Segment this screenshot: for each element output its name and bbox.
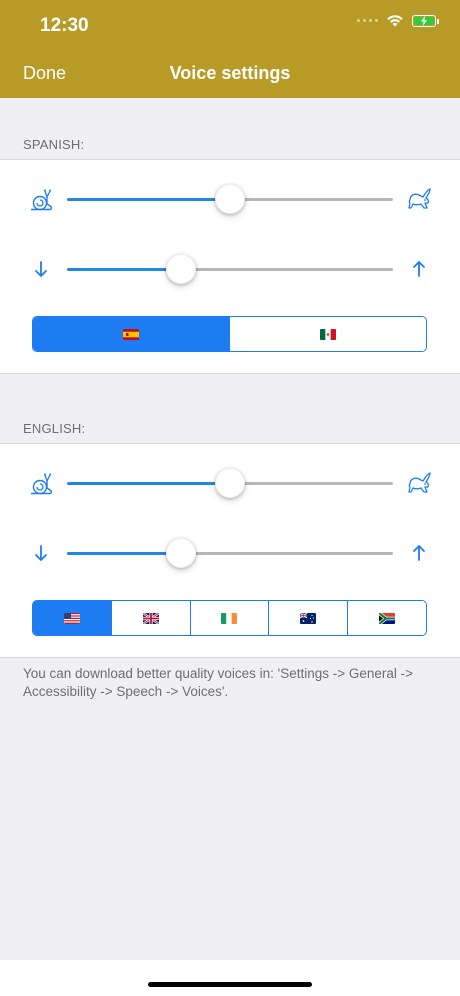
arrow-down-icon	[35, 261, 47, 277]
snail-icon	[31, 473, 53, 495]
segment-uk[interactable]	[111, 601, 191, 635]
ireland-flag-icon	[221, 612, 238, 624]
segment-ireland[interactable]	[190, 601, 270, 635]
segment-south-africa[interactable]	[348, 601, 426, 635]
south-africa-flag-icon	[379, 612, 396, 624]
segment-mexico[interactable]	[230, 317, 426, 351]
rabbit-icon	[408, 472, 431, 493]
australia-flag-icon	[300, 612, 317, 624]
footer-note: You can download better quality voices i…	[23, 666, 414, 699]
home-indicator	[148, 982, 312, 987]
segment-spain[interactable]	[33, 317, 230, 351]
speed-slider[interactable]	[67, 468, 393, 498]
pitch-slider-thumb[interactable]	[166, 254, 197, 284]
status-icons	[357, 14, 439, 27]
speed-slider-fill	[67, 482, 230, 485]
rabbit-icon	[408, 188, 431, 209]
mexico-flag-icon	[320, 328, 336, 340]
spain-flag-icon	[123, 328, 139, 340]
pitch-slider-fill	[67, 552, 182, 555]
pitch-slider[interactable]	[67, 254, 393, 284]
speed-slider-thumb[interactable]	[215, 468, 245, 498]
top-bar: 12:30 Done Voice settings	[0, 0, 460, 98]
status-bar: 12:30	[0, 0, 460, 50]
navigation-bar: Done Voice settings	[0, 50, 460, 98]
battery-icon	[412, 14, 439, 27]
wifi-icon	[387, 15, 403, 27]
pitch-slider-thumb[interactable]	[166, 538, 197, 568]
speed-slider-fill	[67, 198, 230, 201]
usa-flag-icon	[63, 612, 80, 624]
english-language-selector	[32, 600, 427, 636]
page-title: Voice settings	[169, 63, 291, 83]
pitch-slider-fill	[67, 268, 182, 271]
pitch-slider[interactable]	[67, 538, 393, 568]
uk-flag-icon	[142, 612, 159, 624]
speed-slider-thumb[interactable]	[215, 184, 245, 214]
section-header-english: ENGLISH:	[23, 421, 86, 436]
segment-usa[interactable]	[33, 601, 112, 635]
status-time: 12:30	[40, 15, 89, 36]
arrow-down-icon	[35, 545, 47, 561]
bottom-band	[0, 960, 460, 996]
arrow-up-icon	[413, 545, 425, 561]
spanish-settings-group	[0, 159, 460, 374]
speed-slider[interactable]	[67, 184, 393, 214]
segment-australia[interactable]	[269, 601, 349, 635]
snail-icon	[31, 189, 53, 211]
english-settings-group	[0, 443, 460, 658]
arrow-up-icon	[413, 261, 425, 277]
spanish-language-selector	[32, 316, 427, 352]
section-header-spanish: SPANISH:	[23, 137, 85, 152]
cellular-signal-icon	[357, 19, 378, 22]
